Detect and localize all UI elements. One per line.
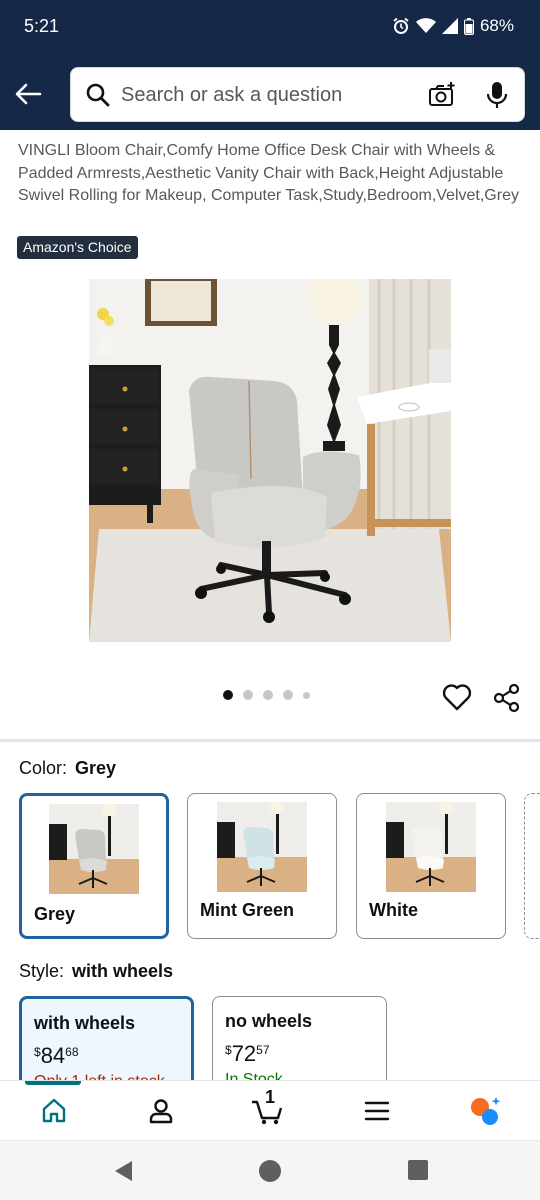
style-option-price: $8468 (34, 1043, 79, 1069)
app-root: 5:21 68% Search or ask a question VINGLI… (0, 0, 540, 1200)
style-option-name: no wheels (225, 1011, 313, 1031)
image-carousel-dots[interactable] (223, 690, 310, 700)
menu-icon (364, 1101, 390, 1121)
back-button[interactable] (10, 76, 46, 112)
search-icon (85, 82, 111, 113)
system-recents-button[interactable] (407, 1159, 429, 1186)
system-navigation-bar (0, 1140, 540, 1200)
price-fraction: 57 (256, 1043, 270, 1057)
style-label-row: Style: with wheels (19, 961, 173, 982)
carousel-dot-2[interactable] (243, 690, 253, 700)
status-time: 5:21 (24, 16, 60, 36)
back-arrow-icon (15, 83, 42, 105)
account-icon (149, 1099, 173, 1124)
app-header: 5:21 68% (0, 0, 540, 130)
active-tab-indicator (25, 1081, 81, 1085)
battery-percent: 68% (479, 16, 514, 35)
square-recents-icon (408, 1160, 428, 1180)
camera-search-icon[interactable] (427, 80, 457, 115)
product-title[interactable]: VINGLI Bloom Chair,Comfy Home Office Des… (18, 140, 523, 208)
amazons-choice-badge: Amazon's Choice (17, 236, 138, 259)
color-swatch-white[interactable]: White (356, 793, 506, 939)
bottom-navigation: 1 (0, 1080, 540, 1140)
nav-rufus[interactable] (465, 1091, 505, 1131)
swatch-label: Grey (34, 904, 76, 924)
cart-count: 1 (265, 1087, 276, 1107)
add-to-list-button[interactable] (442, 683, 472, 716)
swatch-thumbnail (217, 802, 307, 892)
color-swatch-more[interactable] (524, 793, 540, 939)
share-icon (493, 683, 520, 713)
carousel-dot-4[interactable] (283, 690, 293, 700)
swatch-thumbnail (49, 804, 139, 894)
color-swatch-grey[interactable]: Grey (19, 793, 169, 939)
price-symbol: $ (34, 1045, 41, 1059)
style-option-price: $7257 (225, 1041, 270, 1067)
style-option-name: with wheels (34, 1013, 136, 1033)
rufus-icon (471, 1097, 501, 1125)
color-selected-value: Grey (75, 758, 117, 778)
nav-menu[interactable] (357, 1091, 397, 1131)
search-bar[interactable] (70, 67, 525, 122)
signal-icon (441, 18, 458, 34)
carousel-dot-5[interactable] (303, 691, 310, 699)
price-whole: 72 (231, 1041, 257, 1066)
price-symbol: $ (225, 1043, 232, 1057)
section-divider (0, 739, 540, 742)
swatch-label: White (369, 900, 418, 920)
color-label: Color: (19, 758, 68, 778)
triangle-back-icon (115, 1161, 132, 1181)
battery-icon (463, 17, 474, 35)
share-button[interactable] (492, 683, 522, 718)
swatch-thumbnail (386, 802, 476, 892)
status-bar: 5:21 68% (0, 0, 540, 56)
color-label-row: Color: Grey (19, 758, 116, 779)
nav-cart[interactable]: 1 (248, 1087, 288, 1131)
badge-label: Amazon's Choice (23, 239, 132, 255)
style-selected-value: with wheels (72, 961, 174, 981)
nav-home[interactable] (34, 1091, 74, 1131)
alarm-icon (392, 17, 410, 35)
product-photo (89, 279, 451, 642)
swatch-label: Mint Green (200, 900, 295, 920)
carousel-dot-3[interactable] (263, 690, 273, 700)
circle-home-icon (259, 1160, 281, 1182)
style-label: Style: (19, 961, 65, 981)
carousel-dot-1[interactable] (223, 690, 233, 700)
product-image[interactable] (89, 279, 451, 642)
price-whole: 84 (40, 1043, 66, 1068)
wifi-icon (415, 18, 436, 34)
search-input[interactable] (121, 81, 411, 109)
system-back-button[interactable] (112, 1159, 134, 1188)
color-swatch-mint-green[interactable]: Mint Green (187, 793, 337, 939)
nav-account[interactable] (141, 1091, 181, 1131)
microphone-icon[interactable] (483, 80, 511, 115)
status-icons: 68% (392, 16, 514, 36)
home-icon (42, 1098, 66, 1123)
price-fraction: 68 (65, 1045, 79, 1059)
system-home-button[interactable] (258, 1159, 282, 1188)
heart-icon (442, 684, 472, 711)
